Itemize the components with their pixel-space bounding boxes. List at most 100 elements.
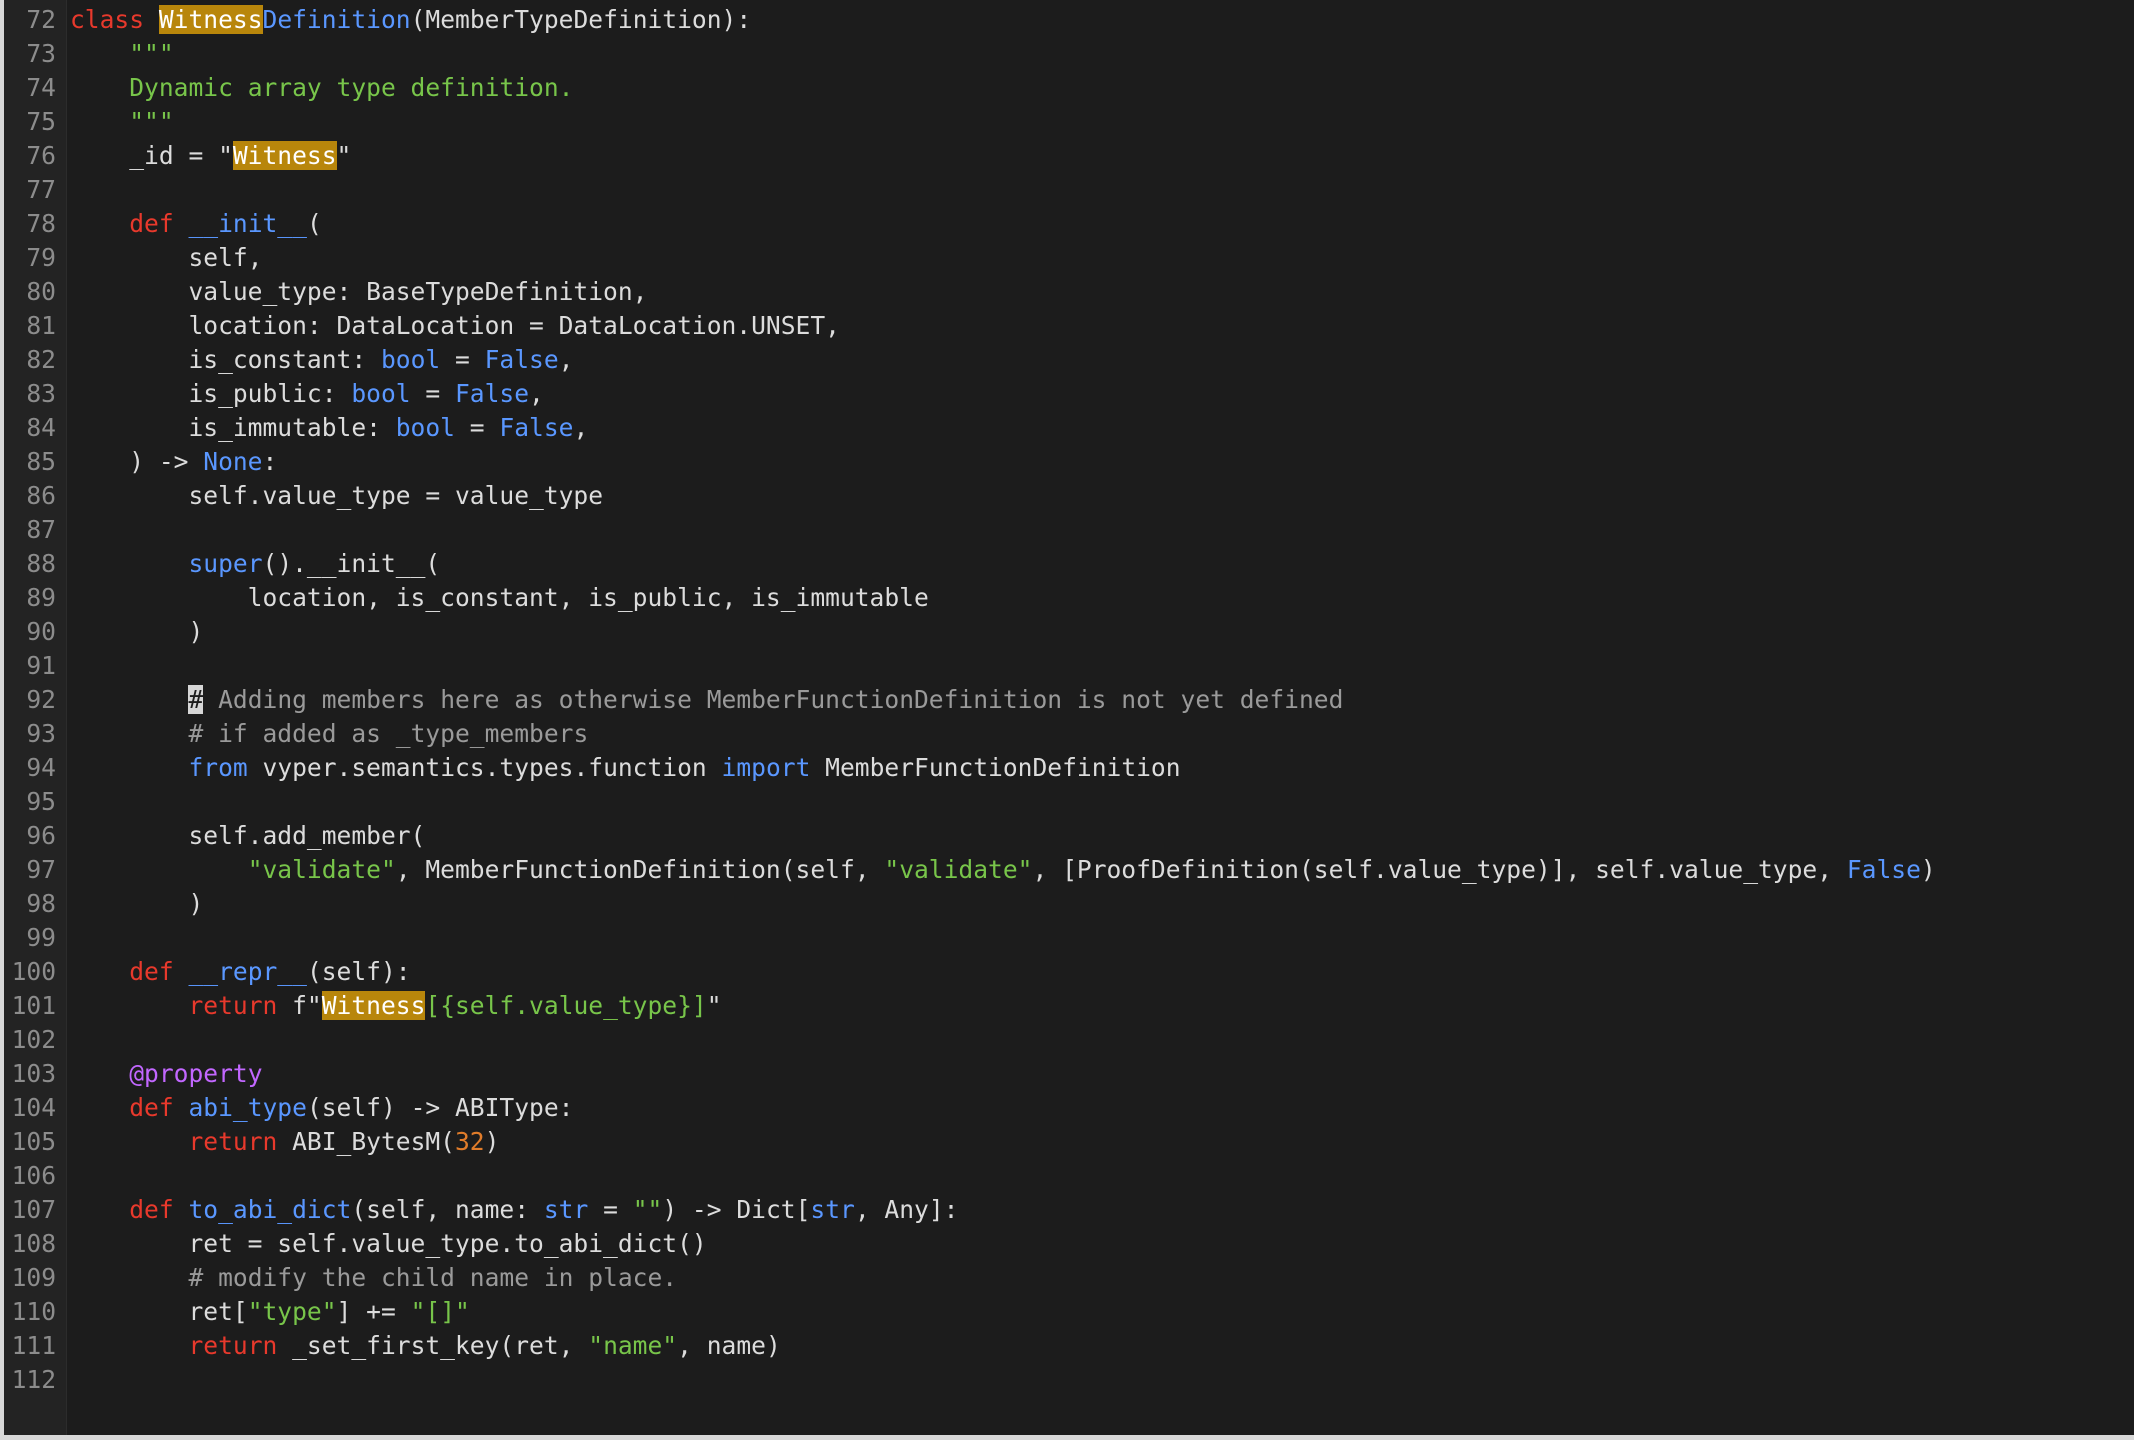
code-text[interactable]: def abi_type(self) -> ABIType: [70, 1091, 573, 1125]
line-number: 77 [26, 175, 56, 204]
code-token: _id = " [70, 141, 233, 170]
code-text[interactable]: self.value_type = value_type [70, 479, 603, 513]
code-text[interactable]: is_constant: bool = False, [70, 343, 573, 377]
code-line[interactable]: 109 # modify the child name in place. [4, 1261, 2134, 1295]
code-token: self.value_type = value_type [70, 481, 604, 510]
code-line[interactable]: 105 return ABI_BytesM(32) [4, 1125, 2134, 1159]
code-token: = [410, 379, 455, 408]
code-line[interactable]: 85 ) -> None: [4, 445, 2134, 479]
code-line[interactable]: 108 ret = self.value_type.to_abi_dict() [4, 1227, 2134, 1261]
code-text[interactable]: ) [70, 887, 203, 921]
code-text[interactable]: _id = "Witness" [70, 139, 351, 173]
code-text[interactable]: ret["type"] += "[]" [70, 1295, 469, 1329]
search-highlight: Witness [232, 141, 337, 170]
code-text[interactable]: def to_abi_dict(self, name: str = "") ->… [70, 1193, 958, 1227]
code-line[interactable]: 112 [4, 1363, 2134, 1397]
code-text[interactable]: # modify the child name in place. [70, 1261, 677, 1295]
code-line[interactable]: 100 def __repr__(self): [4, 955, 2134, 989]
code-token: = [588, 1195, 633, 1224]
code-line[interactable]: 95 [4, 785, 2134, 819]
code-line[interactable]: 76 _id = "Witness" [4, 139, 2134, 173]
text-cursor: # [188, 685, 204, 714]
code-line[interactable]: 110 ret["type"] += "[]" [4, 1295, 2134, 1329]
code-line[interactable]: 84 is_immutable: bool = False, [4, 411, 2134, 445]
code-text[interactable]: "validate", MemberFunctionDefinition(sel… [70, 853, 1936, 887]
code-line[interactable]: 101 return f"Witness[{self.value_type}]" [4, 989, 2134, 1023]
code-text[interactable]: is_public: bool = False, [70, 377, 543, 411]
code-line[interactable]: 75 """ [4, 105, 2134, 139]
line-number: 109 [11, 1263, 56, 1292]
code-text[interactable]: ) [70, 615, 203, 649]
code-line[interactable]: 93 # if added as _type_members [4, 717, 2134, 751]
code-line[interactable]: 98 ) [4, 887, 2134, 921]
code-text[interactable]: self.add_member( [70, 819, 425, 853]
code-line[interactable]: 99 [4, 921, 2134, 955]
code-text[interactable]: location, is_constant, is_public, is_imm… [70, 581, 929, 615]
code-token: ret = self.value_type.to_abi_dict() [70, 1229, 707, 1258]
code-token: 32 [455, 1127, 485, 1156]
code-line[interactable]: 73 """ [4, 37, 2134, 71]
code-line[interactable]: 74 Dynamic array type definition. [4, 71, 2134, 105]
code-token: , name) [677, 1331, 781, 1360]
code-line[interactable]: 92 # Adding members here as otherwise Me… [4, 683, 2134, 717]
code-text[interactable]: return _set_first_key(ret, "name", name) [70, 1329, 781, 1363]
code-comment: # if added as _type_members [188, 719, 589, 748]
code-text[interactable]: ret = self.value_type.to_abi_dict() [70, 1227, 707, 1261]
code-text[interactable]: def __repr__(self): [70, 955, 410, 989]
code-token: str [810, 1195, 855, 1224]
code-text[interactable]: # Adding members here as otherwise Membe… [70, 683, 1343, 717]
code-token: ().__init__( [262, 549, 441, 578]
code-line[interactable]: 82 is_constant: bool = False, [4, 343, 2134, 377]
code-line[interactable]: 83 is_public: bool = False, [4, 377, 2134, 411]
code-text[interactable]: location: DataLocation = DataLocation.UN… [70, 309, 840, 343]
code-line[interactable]: 79 self, [4, 241, 2134, 275]
code-line[interactable]: 111 return _set_first_key(ret, "name", n… [4, 1329, 2134, 1363]
code-line[interactable]: 89 location, is_constant, is_public, is_… [4, 581, 2134, 615]
code-comment: Adding members here as otherwise MemberF… [203, 685, 1344, 714]
code-text[interactable]: return ABI_BytesM(32) [70, 1125, 499, 1159]
code-line[interactable]: 104 def abi_type(self) -> ABIType: [4, 1091, 2134, 1125]
code-text[interactable]: Dynamic array type definition. [70, 71, 573, 105]
code-line[interactable]: 90 ) [4, 615, 2134, 649]
code-text[interactable]: return f"Witness[{self.value_type}]" [70, 989, 722, 1023]
code-line[interactable]: 81 location: DataLocation = DataLocation… [4, 309, 2134, 343]
code-text[interactable]: is_immutable: bool = False, [70, 411, 588, 445]
code-line[interactable]: 78 def __init__( [4, 207, 2134, 241]
code-text[interactable]: from vyper.semantics.types.function impo… [70, 751, 1180, 785]
code-line[interactable]: 96 self.add_member( [4, 819, 2134, 853]
code-line[interactable]: 80 value_type: BaseTypeDefinition, [4, 275, 2134, 309]
line-number: 106 [11, 1161, 56, 1190]
code-text[interactable]: super().__init__( [70, 547, 440, 581]
code-text[interactable]: @property [70, 1057, 262, 1091]
code-token: , [573, 413, 589, 442]
code-text[interactable]: """ [70, 105, 173, 139]
code-line[interactable]: 87 [4, 513, 2134, 547]
line-number: 108 [11, 1229, 56, 1258]
line-number: 102 [11, 1025, 56, 1054]
code-text[interactable]: value_type: BaseTypeDefinition, [70, 275, 647, 309]
code-text[interactable]: class WitnessDefinition(MemberTypeDefini… [70, 3, 751, 37]
code-text[interactable]: def __init__( [70, 207, 322, 241]
code-line[interactable]: 97 "validate", MemberFunctionDefinition(… [4, 853, 2134, 887]
code-text[interactable]: self, [70, 241, 262, 275]
code-editor[interactable]: 72 class WitnessDefinition(MemberTypeDefi… [4, 0, 2134, 1435]
code-text[interactable]: """ [70, 37, 173, 71]
code-line[interactable]: 72 class WitnessDefinition(MemberTypeDefi… [4, 3, 2134, 37]
code-line[interactable]: 107 def to_abi_dict(self, name: str = ""… [4, 1193, 2134, 1227]
code-line[interactable]: 103 @property [4, 1057, 2134, 1091]
code-text[interactable]: ) -> None: [70, 445, 277, 479]
code-line[interactable]: 86 self.value_type = value_type [4, 479, 2134, 513]
code-line[interactable]: 77 [4, 173, 2134, 207]
code-keyword: def [129, 1093, 174, 1122]
code-text[interactable]: # if added as _type_members [70, 717, 588, 751]
code-lines[interactable]: 72 class WitnessDefinition(MemberTypeDefi… [4, 3, 2134, 1397]
code-line[interactable]: 91 [4, 649, 2134, 683]
code-line[interactable]: 102 [4, 1023, 2134, 1057]
code-line[interactable]: 106 [4, 1159, 2134, 1193]
code-line[interactable]: 88 super().__init__( [4, 547, 2134, 581]
code-line[interactable]: 94 from vyper.semantics.types.function i… [4, 751, 2134, 785]
line-number: 93 [26, 719, 56, 748]
line-number: 94 [26, 753, 56, 782]
